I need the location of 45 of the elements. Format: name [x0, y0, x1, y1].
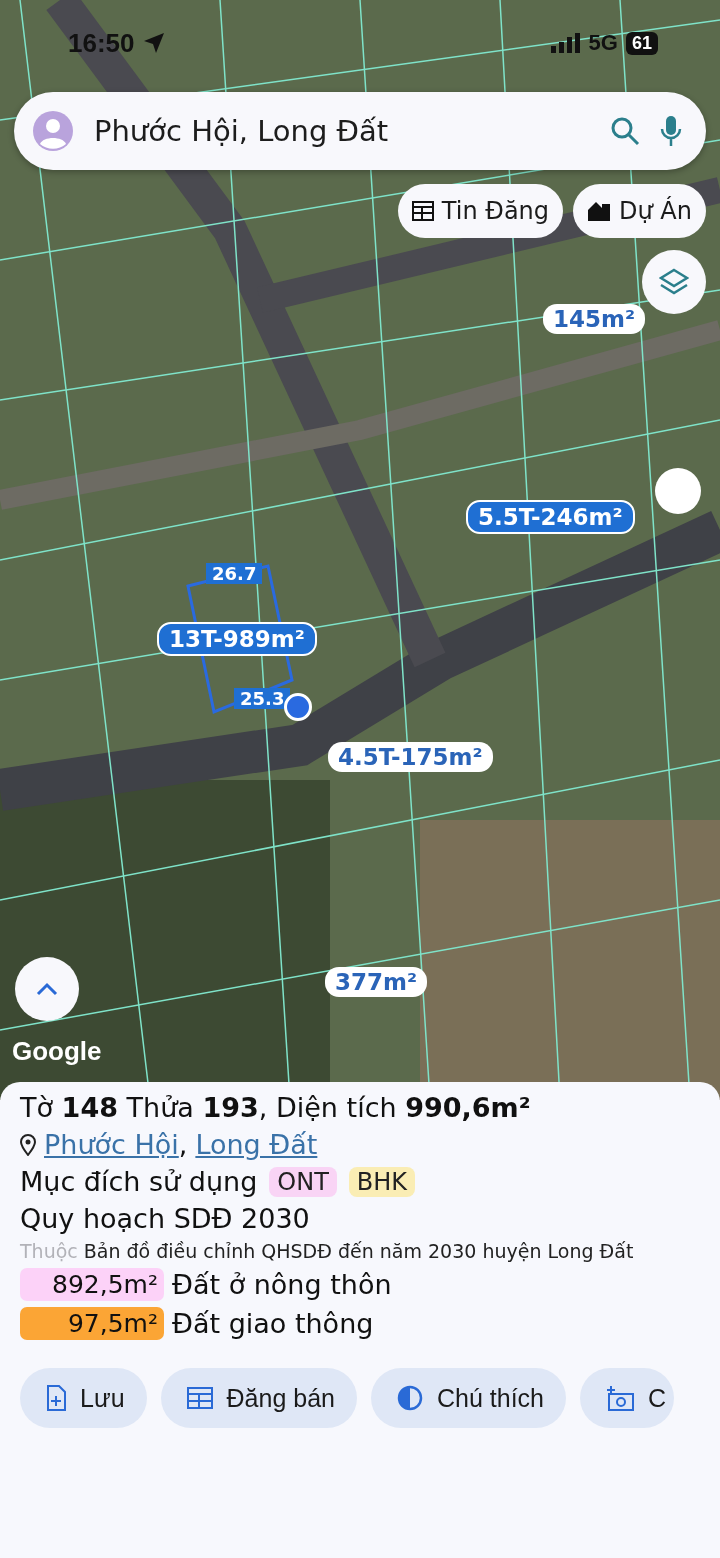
- filter-chip[interactable]: Dự Án: [573, 184, 706, 238]
- layers-icon: [659, 268, 689, 296]
- source-prefix: Thuộc: [20, 1240, 78, 1262]
- area-label[interactable]: 5.5T-246m²: [466, 500, 635, 534]
- microphone-icon[interactable]: [660, 115, 682, 147]
- land-use-name: Đất giao thông: [172, 1308, 374, 1339]
- area-badge: 892,5m²: [20, 1268, 164, 1301]
- location-link[interactable]: Phước Hội: [44, 1129, 179, 1160]
- location-arrow-icon: [142, 32, 165, 54]
- add-file-icon: [46, 1385, 66, 1411]
- action-button[interactable]: Lưu: [20, 1368, 147, 1428]
- edge-length-label: 25.3: [234, 688, 291, 709]
- purpose-label: Mục đích sử dụng: [20, 1166, 258, 1197]
- filter-chip[interactable]: Tin Đăng: [397, 184, 564, 238]
- chevron-up-icon: [36, 982, 58, 996]
- location-pin-icon: [20, 1133, 36, 1156]
- action-button[interactable]: Chú thích: [371, 1368, 566, 1428]
- area-label[interactable]: 145m²: [543, 304, 646, 334]
- area-badge: 97,5m²: [20, 1307, 164, 1340]
- search-icon[interactable]: [610, 116, 640, 146]
- network-label: 5G: [588, 30, 618, 56]
- plan-title: Quy hoạch SDĐ 2030: [20, 1203, 310, 1234]
- area-label[interactable]: 13T-989m²: [157, 622, 317, 656]
- signal-icon: [550, 33, 581, 53]
- table-icon: [411, 201, 434, 221]
- land-use-tag: BHK: [348, 1166, 416, 1197]
- source-text: Bản đồ điều chỉnh QHSDĐ đến năm 2030 huyện Long Đất: [83, 1240, 634, 1262]
- area-label[interactable]: 377m²: [325, 967, 428, 997]
- status-time: 16:50: [68, 27, 135, 59]
- separator: ,: [178, 1129, 188, 1160]
- house-icon: [587, 200, 612, 222]
- table-icon: [186, 1387, 213, 1409]
- area-label[interactable]: 4.5T-175m²: [328, 742, 493, 772]
- action-button[interactable]: C: [580, 1368, 675, 1428]
- location-link[interactable]: Long Đất: [195, 1129, 318, 1160]
- parcel-title: Tờ 148 Thửa 193, Diện tích 990,6m²: [20, 1092, 532, 1123]
- search-bar[interactable]: Phước Hội, Long Đất: [14, 92, 706, 170]
- add-photo-icon: [606, 1385, 634, 1411]
- land-use-name: Đất ở nông thôn: [172, 1269, 392, 1300]
- search-query: Phước Hội, Long Đất: [94, 114, 390, 148]
- map-logo: Google: [12, 1036, 102, 1067]
- land-use-tag: ONT: [269, 1166, 337, 1197]
- contrast-icon: [397, 1385, 423, 1411]
- edge-length-label: 26.7: [206, 563, 263, 584]
- action-button[interactable]: Đăng bán: [160, 1368, 357, 1428]
